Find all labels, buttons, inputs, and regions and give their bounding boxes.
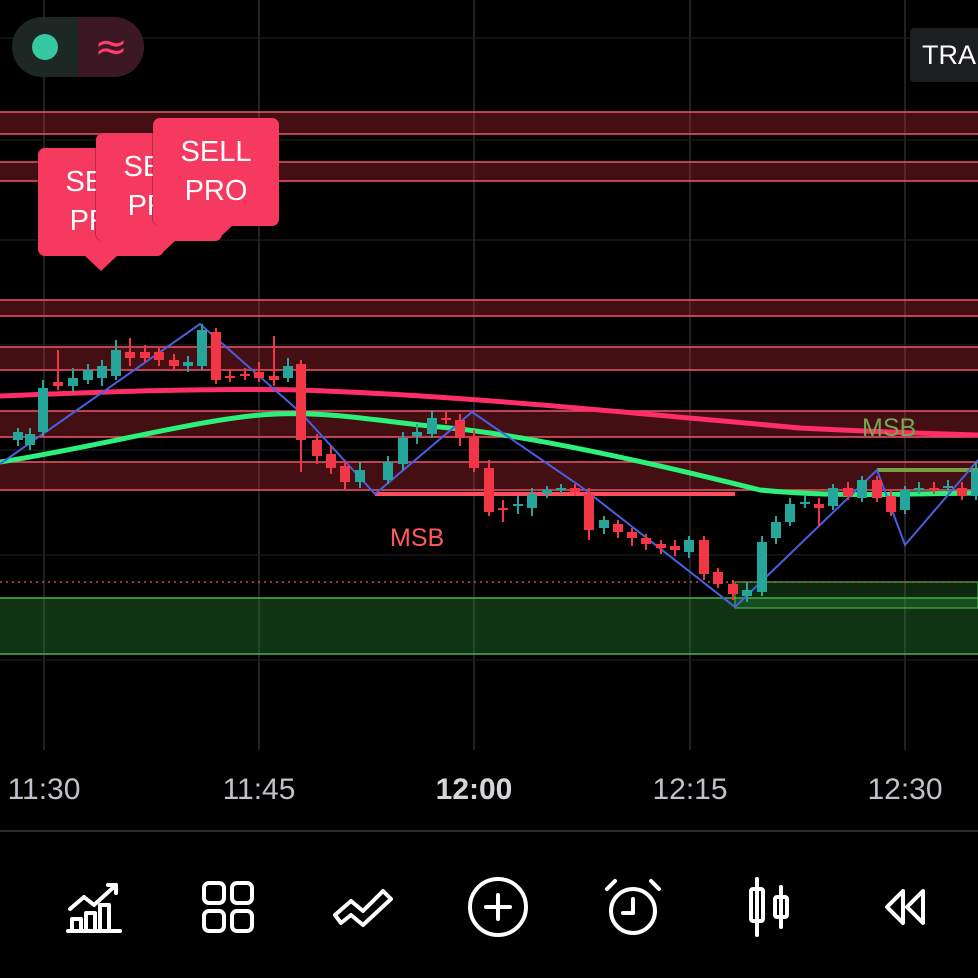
bearish-candle (169, 360, 179, 366)
bullish-candle (684, 540, 694, 552)
bearish-candle (240, 374, 250, 376)
bearish-candle (613, 524, 623, 532)
drawing-tools-icon[interactable] (328, 872, 398, 942)
bearish-candle (699, 540, 709, 574)
bearish-candle (296, 364, 306, 440)
time-axis-label: 12:00 (435, 773, 513, 806)
bearish-candle (125, 352, 135, 358)
bearish-candle (872, 480, 882, 498)
bearish-candle (484, 468, 494, 512)
bullish-candle (771, 522, 781, 538)
bearish-candle (957, 488, 967, 496)
bullish-candle (412, 432, 422, 436)
bullish-candle (900, 490, 910, 510)
bottom-toolbar (0, 832, 978, 978)
bearish-candle (154, 352, 164, 360)
candlestick-type-icon[interactable] (734, 872, 804, 942)
wave-icon: ≈ (94, 24, 128, 70)
trade-button[interactable]: TRADE (910, 28, 978, 82)
bullish-candle (527, 494, 537, 508)
msb-bearish-label: MSB (390, 524, 445, 552)
replay-rewind-icon[interactable] (868, 872, 938, 942)
bearish-candle (312, 440, 322, 456)
bullish-candle (943, 486, 953, 488)
bullish-candle (971, 470, 978, 496)
bullish-candle (513, 504, 523, 506)
resistance-zone (0, 347, 978, 370)
bearish-candle (254, 372, 264, 378)
bearish-candle (814, 504, 824, 508)
green-status-dot (32, 34, 58, 60)
bearish-candle (211, 332, 221, 380)
bearish-candle (570, 488, 580, 492)
support-box (734, 581, 978, 609)
time-axis-label: 12:15 (652, 773, 728, 806)
bearish-candle (498, 508, 508, 510)
bullish-candle (383, 462, 393, 480)
bullish-candle (183, 362, 193, 366)
bearish-candle (627, 532, 637, 538)
status-pill[interactable]: ≈ (12, 17, 144, 77)
bullish-candle (785, 504, 795, 522)
bullish-candle (25, 434, 35, 445)
wave-toggle[interactable]: ≈ (78, 17, 144, 77)
bullish-candle (542, 490, 552, 494)
bullish-candle (828, 488, 838, 506)
status-toggle[interactable] (12, 17, 78, 77)
bullish-candle (427, 418, 437, 434)
bearish-candle (53, 382, 63, 386)
bullish-candle (97, 366, 107, 378)
time-axis-label: 12:30 (867, 773, 943, 806)
indicators-chart-icon[interactable] (59, 872, 129, 942)
bullish-candle (197, 330, 207, 366)
bearish-candle (225, 376, 235, 378)
alarm-clock-icon[interactable] (598, 872, 668, 942)
bullish-candle (355, 470, 365, 482)
bullish-candle (283, 366, 293, 378)
bearish-candle (641, 538, 651, 544)
resistance-zone (0, 300, 978, 316)
bearish-candle (584, 494, 594, 530)
sell-pro-label[interactable]: SELL PRO (153, 118, 279, 241)
chart-area[interactable]: ≈ TRADE SELL PRO SELL PRO SELL PRO MSB M… (0, 0, 978, 830)
bearish-candle (886, 496, 896, 512)
bearish-candle (656, 544, 666, 548)
bullish-candle (857, 480, 867, 498)
price-chart[interactable] (0, 0, 978, 830)
bullish-candle (757, 542, 767, 592)
bearish-candle (843, 488, 853, 496)
bearish-candle (713, 572, 723, 584)
bullish-candle (556, 488, 566, 490)
bullish-candle (599, 520, 609, 528)
time-axis-label: 11:30 (7, 773, 81, 806)
layouts-grid-icon[interactable] (193, 872, 263, 942)
bearish-candle (455, 420, 465, 438)
bullish-candle (800, 502, 810, 504)
trade-button-label: TRADE (922, 39, 978, 70)
bullish-candle (398, 438, 408, 464)
bearish-candle (469, 438, 479, 468)
bullish-candle (742, 590, 752, 596)
bearish-candle (929, 488, 939, 490)
bearish-candle (340, 466, 350, 482)
bullish-candle (68, 378, 78, 386)
time-axis-label: 11:45 (222, 773, 296, 806)
bullish-candle (13, 432, 23, 440)
resistance-zone (0, 112, 978, 134)
bearish-candle (269, 376, 279, 380)
bullish-candle (83, 370, 93, 380)
bearish-candle (670, 546, 680, 550)
add-plus-circle-icon[interactable] (463, 872, 533, 942)
bullish-candle (38, 388, 48, 432)
bearish-candle (728, 584, 738, 594)
bearish-candle (140, 352, 150, 358)
bullish-candle (914, 488, 924, 490)
bearish-candle (441, 418, 451, 420)
sell-label-line1: SELL (180, 136, 252, 168)
sell-label-line2: PRO (184, 175, 248, 207)
bearish-candle (326, 454, 336, 468)
msb-bullish-label: MSB (862, 414, 917, 442)
bullish-candle (111, 350, 121, 376)
